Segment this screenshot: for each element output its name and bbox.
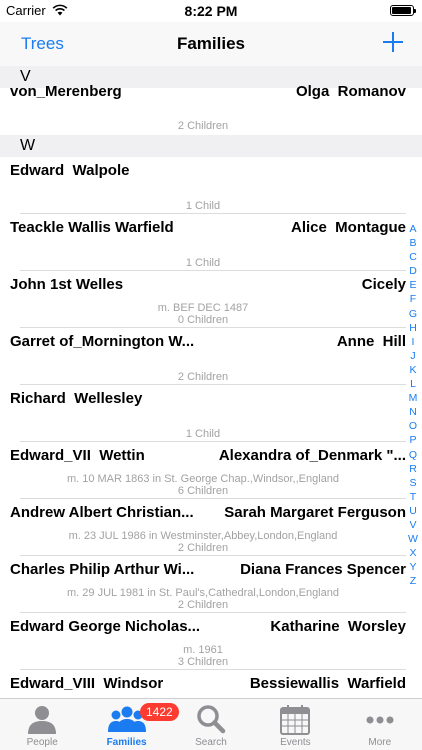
navigation-bar: Trees Families	[0, 22, 422, 66]
husband-name: Edward_VII Wettin	[10, 447, 145, 464]
husband-name: Teackle Wallis Warfield	[10, 219, 174, 236]
index-letter-s[interactable]: S	[406, 476, 420, 490]
wife-name: Cicely	[361, 276, 406, 293]
index-letter-u[interactable]: U	[406, 504, 420, 518]
husband-name: Edward_VIII Windsor	[10, 675, 164, 692]
tab-label: People	[26, 737, 58, 748]
husband-name: Garret of_Mornington W...	[10, 333, 195, 350]
tab-search[interactable]: Search	[169, 699, 253, 750]
index-letter-e[interactable]: E	[406, 278, 420, 292]
families-list[interactable]: V von_Merenberg Olga Romanov 2 Children …	[0, 66, 422, 698]
wife-name: Diana Frances Spencer	[240, 561, 406, 578]
section-header-w: W	[0, 135, 422, 157]
marriage-info: m. 29 JUL 1981 in St. Paul's,Cathedral,L…	[67, 587, 339, 599]
person-icon	[28, 706, 57, 734]
battery-icon	[390, 5, 416, 16]
children-count: 6 Children	[177, 485, 229, 497]
family-row[interactable]: Garret of_Mornington W... Anne Hill 2 Ch…	[0, 328, 422, 385]
husband-name: von_Merenberg	[10, 83, 122, 100]
index-letter-i[interactable]: I	[406, 335, 420, 349]
husband-name: Edward Walpole	[10, 162, 130, 179]
family-row[interactable]: Richard Wellesley 1 Child	[0, 385, 422, 442]
section-index[interactable]: ABCDEFGHIJKLMNOPQRSTUVWXYZ	[406, 222, 420, 588]
husband-name: Edward George Nicholas...	[10, 618, 201, 635]
tab-more[interactable]: More	[338, 699, 422, 750]
family-row[interactable]: Edward_VII Wettin Alexandra of_Denmark "…	[0, 442, 422, 499]
marriage-info: m. BEF DEC 1487	[157, 302, 249, 314]
family-row[interactable]: Andrew Albert Christian... Sarah Margare…	[0, 499, 422, 556]
more-icon	[366, 716, 394, 724]
index-letter-y[interactable]: Y	[406, 560, 420, 574]
status-time: 8:22 PM	[184, 3, 238, 19]
index-letter-d[interactable]: D	[406, 264, 420, 278]
husband-name: Richard Wellesley	[10, 390, 143, 407]
index-letter-p[interactable]: P	[406, 433, 420, 447]
tab-label: Events	[280, 737, 311, 748]
tab-bar: People Families 1422 Search Events More	[0, 698, 422, 750]
index-letter-r[interactable]: R	[406, 462, 420, 476]
index-letter-z[interactable]: Z	[406, 574, 420, 588]
search-icon	[197, 705, 226, 734]
family-row[interactable]: 2 Children	[0, 108, 422, 135]
wife-name: Sarah Margaret Ferguson	[224, 504, 406, 521]
status-bar: Carrier 8:22 PM	[0, 0, 422, 22]
index-letter-q[interactable]: Q	[406, 448, 420, 462]
wife-name: Alexandra of_Denmark "...	[218, 447, 406, 464]
index-letter-b[interactable]: B	[406, 236, 420, 250]
tab-people[interactable]: People	[0, 699, 84, 750]
children-count: 2 Children	[177, 371, 229, 383]
family-row[interactable]: Teackle Wallis Warfield Alice Montague 1…	[0, 214, 422, 271]
children-count: 1 Child	[185, 428, 221, 440]
wife-name: Alice Montague	[290, 219, 406, 236]
children-count: 3 Children	[177, 656, 229, 668]
index-letter-n[interactable]: N	[406, 405, 420, 419]
children-count: 2 Children	[177, 599, 229, 611]
index-letter-t[interactable]: T	[406, 490, 420, 504]
family-row[interactable]: John 1st Welles Cicely m. BEF DEC 1487 0…	[0, 271, 422, 328]
husband-name: John 1st Welles	[10, 276, 124, 293]
children-count: 0 Children	[177, 314, 229, 326]
children-count: 2 Children	[177, 120, 229, 132]
marriage-info: m. 1961	[183, 644, 223, 656]
add-icon[interactable]	[382, 31, 404, 53]
marriage-info: m. 23 JUL 1986 in Westminster,Abbey,Lond…	[68, 530, 338, 542]
family-row[interactable]: Edward George Nicholas... Katharine Wors…	[0, 613, 422, 670]
index-letter-a[interactable]: A	[406, 222, 420, 236]
wife-name: Olga Romanov	[295, 83, 406, 100]
index-letter-j[interactable]: J	[406, 349, 420, 363]
index-letter-x[interactable]: X	[406, 546, 420, 560]
index-letter-v[interactable]: V	[406, 518, 420, 532]
husband-name: Charles Philip Arthur Wi...	[10, 561, 195, 578]
marriage-info: m. 10 MAR 1863 in St. George Chap.,Winds…	[66, 473, 340, 485]
index-letter-h[interactable]: H	[406, 321, 420, 335]
tab-label: More	[368, 737, 392, 748]
family-row[interactable]: Edward Walpole 1 Child	[0, 157, 422, 214]
index-letter-k[interactable]: K	[406, 363, 420, 377]
family-row[interactable]: Edward_VIII Windsor Bessiewallis Warfiel…	[0, 670, 422, 698]
wife-name: Katharine Worsley	[270, 618, 406, 635]
tab-label: Search	[195, 737, 227, 748]
page-title: Families	[176, 34, 246, 53]
children-count: 1 Child	[185, 200, 221, 212]
index-letter-f[interactable]: F	[406, 292, 420, 306]
children-count: 2 Children	[177, 542, 229, 554]
index-letter-c[interactable]: C	[406, 250, 420, 264]
calendar-icon	[280, 705, 311, 735]
tab-events[interactable]: Events	[253, 699, 337, 750]
children-count: 1 Child	[185, 257, 221, 269]
index-letter-g[interactable]: G	[406, 307, 420, 321]
wife-name: Anne Hill	[336, 333, 406, 350]
husband-name: Andrew Albert Christian...	[10, 504, 194, 521]
wife-name: Bessiewallis Warfield	[249, 675, 406, 692]
index-letter-m[interactable]: M	[406, 391, 420, 405]
tab-label: Families	[106, 737, 147, 748]
index-letter-l[interactable]: L	[406, 377, 420, 391]
family-row[interactable]: Charles Philip Arthur Wi... Diana France…	[0, 556, 422, 613]
index-letter-w[interactable]: W	[406, 532, 420, 546]
index-letter-o[interactable]: O	[406, 419, 420, 433]
section-letter: W	[20, 137, 36, 154]
